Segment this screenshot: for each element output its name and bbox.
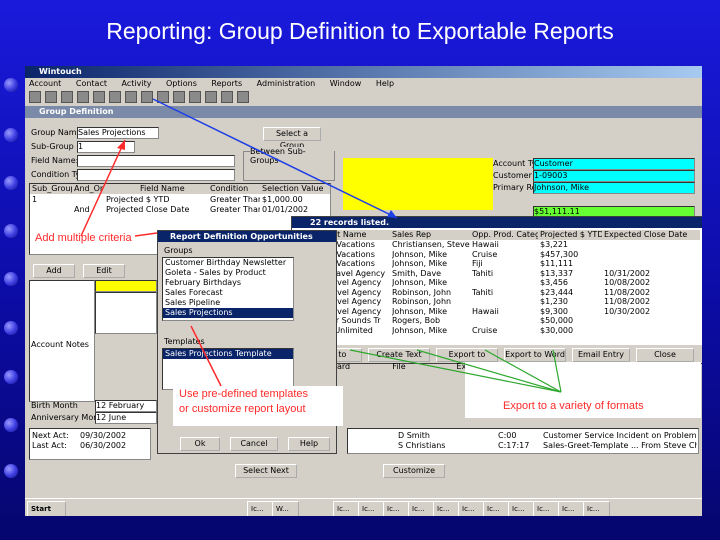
bullet-icon: [4, 370, 18, 384]
bullet-icon: [4, 176, 18, 190]
slide-title: Reporting: Group Definition to Exportabl…: [106, 18, 614, 44]
green-arrow: [349, 349, 562, 393]
red-arrow-head: [117, 140, 125, 150]
green-arrow: [416, 349, 562, 393]
green-arrow: [552, 349, 562, 393]
red-arrow-criteria: [80, 139, 126, 237]
wintouch-screenshot: Wintouch Account Contact Activity Option…: [25, 66, 702, 516]
bullet-icon: [4, 128, 18, 142]
arrow-overlay: [80, 98, 562, 393]
bullet-icon: [4, 321, 18, 335]
bullet-icon: [4, 224, 18, 238]
red-arrow-criteria-2: [134, 232, 158, 237]
blue-arrow-line: [152, 98, 398, 219]
green-arrow: [484, 349, 562, 393]
bullet-icon: [4, 418, 18, 432]
bullet-icon: [4, 464, 18, 478]
bullet-icon: [4, 78, 18, 92]
red-arrow-templates: [190, 325, 222, 387]
bullet-icon: [4, 272, 18, 286]
